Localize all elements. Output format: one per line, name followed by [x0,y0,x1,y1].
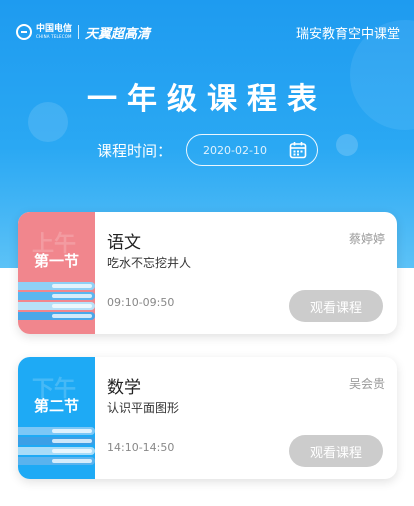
lesson-subject: 语文 [107,233,141,253]
book-icon [18,302,95,310]
book-icon [18,292,95,300]
top-bar: 中国电信 CHINA TELECOM 天翼超高清 瑞安教育空中课堂 [16,20,400,44]
book-icon [18,427,95,435]
book-icon [18,447,95,455]
period-label: 第二节 [33,397,79,415]
date-value: 2020-02-10 [203,143,267,157]
page-title: 一年级课程表 [87,82,327,117]
book-icon [18,312,95,320]
lesson-info: 语文 蔡婷婷 吃水不忘挖井人 09:10-09:50 观看课程 [95,212,397,334]
date-picker[interactable]: 2020-02-10 [186,134,319,166]
date-row: 课程时间： 2020-02-10 [97,134,319,166]
decor-bubble [336,134,358,156]
watch-course-button[interactable]: 观看课程 [289,290,383,322]
period-label: 第一节 [33,252,79,270]
watch-course-button[interactable]: 观看课程 [289,435,383,467]
book-icon [18,457,95,465]
lesson-time: 14:10-14:50 [107,441,175,454]
lesson-period-badge: 上午 第一节 [18,212,95,334]
brand-en: CHINA TELECOM [36,34,72,39]
date-label: 课程时间： [97,141,173,160]
calendar-icon[interactable] [289,141,307,159]
china-telecom-logo: 中国电信 CHINA TELECOM 天翼超高清 [16,23,150,42]
lesson-subject: 数学 [107,378,141,398]
lesson-info: 数学 吴会贵 认识平面图形 14:10-14:50 观看课程 [95,357,397,479]
lesson-teacher: 吴会贵 [348,377,385,391]
brand-cn: 中国电信 [36,24,73,34]
lesson-topic: 认识平面图形 [107,401,180,415]
lesson-teacher: 蔡婷婷 [348,232,385,246]
lesson-card: 上午 第一节 语文 蔡婷婷 吃水不忘挖井人 09:10-09:50 观看课程 [18,212,397,334]
lesson-topic: 吃水不忘挖井人 [107,256,192,270]
lesson-card: 下午 第二节 数学 吴会贵 认识平面图形 14:10-14:50 观看课程 [18,357,397,479]
logo-divider [78,25,80,39]
book-icon [18,437,95,445]
lesson-time: 09:10-09:50 [107,296,175,309]
lesson-period-badge: 下午 第二节 [18,357,95,479]
brand-product: 天翼超高清 [85,26,151,42]
book-icon [18,282,95,290]
telecom-logo-icon [16,24,32,40]
school-name: 瑞安教育空中课堂 [295,26,400,42]
